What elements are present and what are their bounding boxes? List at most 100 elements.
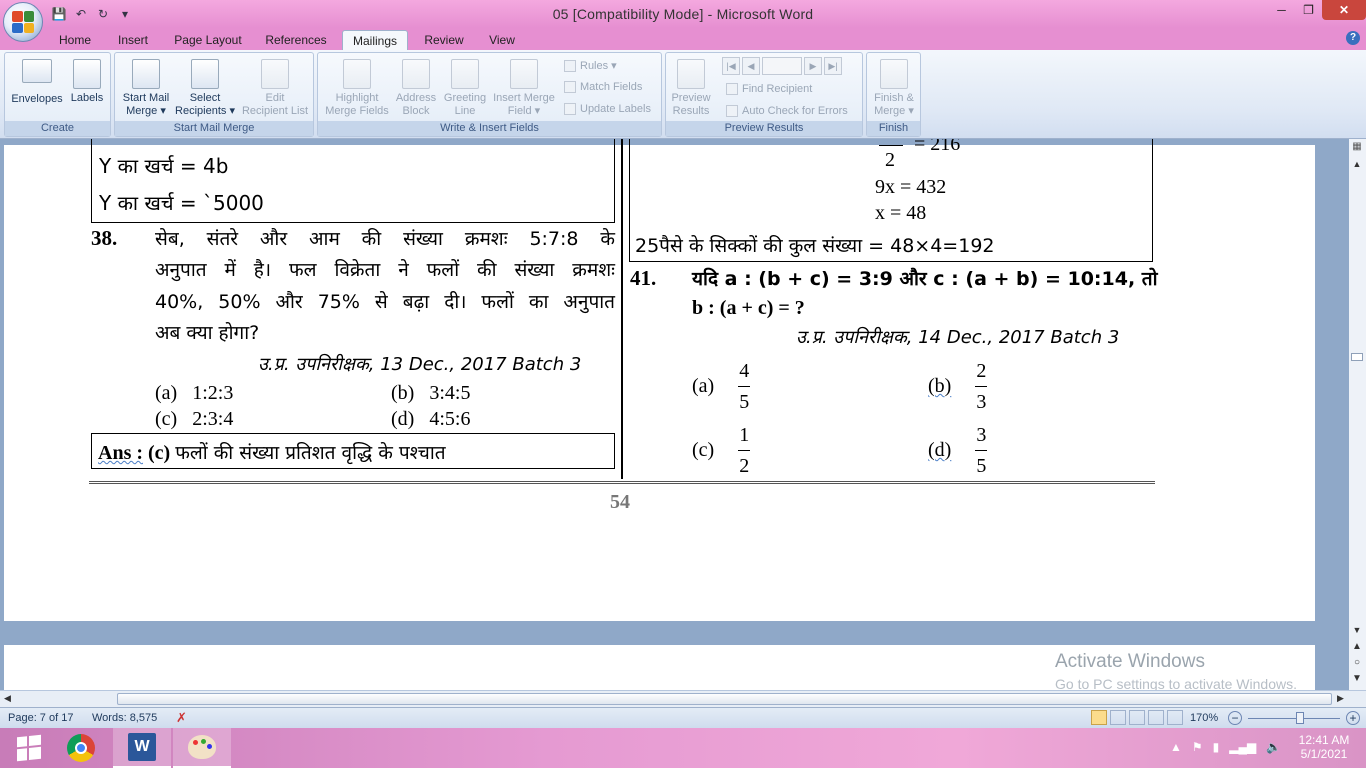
- group-label-write: Write & Insert Fields: [318, 121, 661, 136]
- web-layout-view-icon[interactable]: [1129, 710, 1145, 725]
- tab-view[interactable]: View: [480, 30, 524, 50]
- close-button[interactable]: ✕: [1322, 0, 1366, 20]
- group-preview-results: Preview Results |◀ ◀ ▶ ▶| Find Recipient …: [665, 52, 863, 137]
- finish-merge-button[interactable]: Finish & Merge ▾: [869, 59, 919, 118]
- zoom-slider-track[interactable]: [1248, 718, 1340, 719]
- scroll-up-icon[interactable]: ▲: [1351, 159, 1363, 171]
- q41-option-b: (b) 23: [928, 360, 988, 413]
- match-fields-icon: [564, 81, 576, 93]
- full-screen-view-icon[interactable]: [1110, 710, 1126, 725]
- word-icon: W: [128, 733, 156, 761]
- help-icon[interactable]: ?: [1346, 31, 1360, 45]
- preview-results-button[interactable]: Preview Results: [668, 59, 714, 118]
- q41-option-c: (c) 12: [692, 424, 751, 477]
- q38-option-c: (c) 2:3:4: [155, 408, 234, 430]
- rules-button[interactable]: Rules ▾: [564, 59, 617, 72]
- word-count[interactable]: Words: 8,575: [92, 712, 157, 724]
- outline-view-icon[interactable]: [1148, 710, 1164, 725]
- chrome-taskbar-button[interactable]: [52, 728, 110, 768]
- document-area[interactable]: Y का खर्च = 4b Y का खर्च = `5000 38. सेब…: [0, 139, 1349, 690]
- zoom-in-icon[interactable]: +: [1346, 711, 1360, 725]
- tab-insert[interactable]: Insert: [110, 30, 156, 50]
- scroll-right-icon[interactable]: ▶: [1337, 693, 1344, 704]
- view-ruler-icon[interactable]: ▦: [1351, 141, 1363, 155]
- envelopes-button[interactable]: Envelopes: [9, 59, 65, 106]
- q38-line-3: 40%, 50% और 75% से बढ़ा दी। फलों का अनुप…: [155, 291, 615, 313]
- record-number-field[interactable]: [762, 57, 802, 75]
- q41-source: उ.प्र. उपनिरीक्षक, 14 Dec., 2017 Batch 3: [796, 327, 1120, 348]
- scroll-left-icon[interactable]: ◀: [4, 693, 11, 704]
- highlight-icon: [343, 59, 371, 89]
- labels-button[interactable]: Labels: [67, 59, 107, 105]
- q41-line-2: b : (a + c) = ?: [692, 297, 805, 319]
- group-finish: Finish & Merge ▾ Finish: [866, 52, 921, 137]
- horizontal-scroll-thumb[interactable]: [117, 693, 1332, 705]
- paint-palette-icon: [188, 735, 216, 759]
- last-record-icon[interactable]: ▶|: [824, 57, 842, 75]
- show-hidden-icons-icon[interactable]: ▲: [1170, 740, 1182, 754]
- clock-date: 5/1/2021: [1300, 747, 1348, 761]
- action-center-icon[interactable]: ⚑: [1192, 740, 1203, 754]
- document-page[interactable]: Y का खर्च = 4b Y का खर्च = `5000 38. सेब…: [4, 139, 1315, 621]
- next-record-icon[interactable]: ▶: [804, 57, 822, 75]
- tab-review[interactable]: Review: [418, 30, 470, 50]
- proofing-icon[interactable]: ✗: [176, 710, 187, 726]
- minimize-button[interactable]: ─: [1268, 0, 1295, 20]
- zoom-out-icon[interactable]: −: [1228, 711, 1242, 725]
- answer-line: Ans : (c) फलों की संख्या प्रतिशत वृद्धि …: [98, 439, 446, 465]
- tab-mailings[interactable]: Mailings: [342, 30, 408, 50]
- group-label-finish: Finish: [867, 121, 920, 136]
- draft-view-icon[interactable]: [1167, 710, 1183, 725]
- fraction-denominator: 2: [885, 149, 895, 171]
- clock-time: 12:41 AM: [1298, 733, 1350, 747]
- word-taskbar-button[interactable]: W: [113, 728, 171, 768]
- auto-check-icon: [726, 105, 738, 117]
- insert-merge-field-button[interactable]: Insert Merge Field ▾: [490, 59, 558, 118]
- page-count[interactable]: Page: 7 of 17: [8, 712, 73, 724]
- vertical-scrollbar[interactable]: ▦ ▲ ▼ ▲ ○ ▼: [1349, 139, 1366, 690]
- scroll-thumb[interactable]: [1351, 353, 1363, 361]
- edit-recipient-list-button[interactable]: Edit Recipient List: [237, 59, 313, 118]
- tab-references[interactable]: References: [260, 30, 332, 50]
- group-write-insert-fields: Highlight Merge Fields Address Block Greet…: [317, 52, 662, 137]
- fraction-bar: [879, 145, 903, 146]
- system-tray: ▲ ⚑ ▮ ▂▄▆ 🔈: [1170, 740, 1281, 754]
- tab-home[interactable]: Home: [52, 30, 98, 50]
- highlight-merge-fields-button[interactable]: Highlight Merge Fields: [322, 59, 392, 118]
- q38-option-b: (b) 3:4:5: [391, 382, 471, 404]
- select-recipients-button[interactable]: Select Recipients ▾: [175, 59, 235, 118]
- previous-page-icon[interactable]: ▲: [1351, 641, 1363, 653]
- previous-record-icon[interactable]: ◀: [742, 57, 760, 75]
- address-block-icon: [402, 59, 430, 89]
- horizontal-scrollbar[interactable]: ◀ ▶: [0, 690, 1366, 707]
- left-box-line-2: Y का खर्च = `5000: [99, 191, 264, 215]
- volume-icon[interactable]: 🔈: [1266, 740, 1281, 754]
- start-mail-merge-button[interactable]: Start Mail Merge ▾: [117, 59, 175, 118]
- start-button[interactable]: [0, 728, 58, 768]
- q41-line-1: यदि a : (b + c) = 3:9 और c : (a + b) = 1…: [692, 268, 1158, 290]
- greeting-line-button[interactable]: Greeting Line: [440, 59, 490, 118]
- auto-check-errors-button[interactable]: Auto Check for Errors: [726, 105, 848, 117]
- update-labels-button[interactable]: Update Labels: [564, 103, 651, 115]
- paint-taskbar-button[interactable]: [173, 728, 231, 768]
- windows-logo-icon: [17, 734, 41, 762]
- first-record-icon[interactable]: |◀: [722, 57, 740, 75]
- find-recipient-button[interactable]: Find Recipient: [726, 83, 812, 95]
- print-layout-view-icon[interactable]: [1091, 710, 1107, 725]
- office-button[interactable]: [3, 2, 43, 42]
- address-block-button[interactable]: Address Block: [394, 59, 438, 118]
- network-signal-icon[interactable]: ▂▄▆: [1229, 740, 1256, 754]
- taskbar-clock[interactable]: 12:41 AM 5/1/2021: [1298, 733, 1350, 761]
- next-page-icon[interactable]: ▼: [1351, 673, 1363, 685]
- restore-button[interactable]: ❐: [1295, 0, 1322, 20]
- select-browse-object-icon[interactable]: ○: [1351, 657, 1363, 669]
- tab-page-layout[interactable]: Page Layout: [168, 30, 248, 50]
- zoom-level[interactable]: 170%: [1190, 712, 1218, 724]
- battery-icon[interactable]: ▮: [1213, 740, 1220, 754]
- preview-abc-icon: [677, 59, 705, 89]
- scroll-down-icon[interactable]: ▼: [1351, 625, 1363, 637]
- match-fields-button[interactable]: Match Fields: [564, 81, 642, 93]
- q38-line-1: सेब, संतरे और आम की संख्या क्रमशः 5:7:8 …: [155, 228, 615, 250]
- envelope-icon: [22, 59, 52, 83]
- zoom-slider-thumb[interactable]: [1296, 712, 1304, 724]
